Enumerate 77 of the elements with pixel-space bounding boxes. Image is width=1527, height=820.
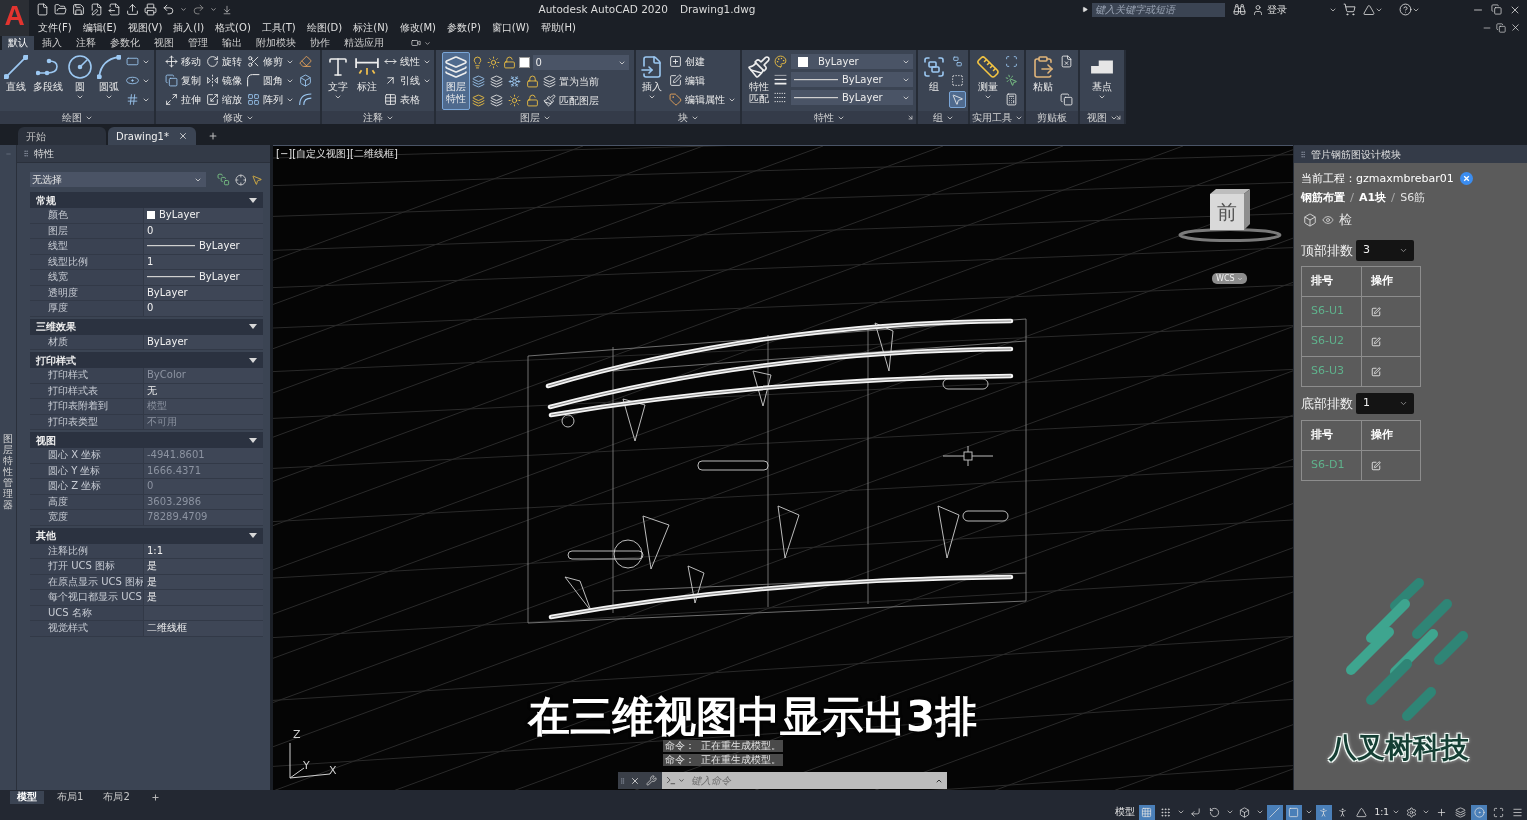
property-label: 打印样式 — [48, 370, 88, 381]
property-label: 打开 UCS 图标 — [48, 561, 115, 572]
axis-label: Y — [303, 760, 310, 771]
ribbon-group-title: 组 — [932, 112, 943, 123]
property-value: 0 — [147, 481, 154, 492]
row-count-label: 底部排数 — [1301, 397, 1353, 410]
property-value: 1 — [147, 256, 154, 267]
axis-label: Z — [293, 729, 301, 740]
ribbon-group-title: 实用工具 — [971, 112, 1012, 123]
property-label: 厚度 — [48, 303, 68, 314]
property-value: 0 — [147, 225, 154, 236]
property-label: 颜色 — [48, 210, 68, 221]
row-count-label: 顶部排数 — [1301, 244, 1353, 257]
panel-title: 管片钢筋图设计模块 — [1311, 147, 1401, 162]
property-value: 是 — [147, 576, 157, 587]
property-value: 1:1 — [147, 545, 164, 556]
ribbon-group-title: 块 — [677, 112, 688, 123]
property-label: 材质 — [48, 336, 68, 347]
property-label: 图层 — [48, 225, 68, 236]
property-label: 打印表附着到 — [48, 401, 108, 412]
property-label: 在原点显示 UCS 图标 — [48, 576, 145, 587]
property-label: 线宽 — [48, 272, 68, 283]
table-header-cell: 操作 — [1361, 267, 1421, 297]
property-value: ByLayer — [147, 336, 188, 347]
property-value: 无 — [147, 385, 157, 396]
ribbon-group-title: 视图 — [1086, 112, 1107, 123]
property-label: 高度 — [48, 496, 68, 507]
property-label: 每个视口都显示 UCS — [48, 592, 142, 603]
property-label: 打印表类型 — [48, 416, 98, 427]
ribbon-group-title: 图层 — [519, 112, 540, 123]
property-value: 二维线框 — [147, 623, 187, 634]
section-title: 其他 — [36, 529, 56, 543]
property-label: 宽度 — [48, 512, 68, 523]
table-header-cell: 操作 — [1361, 421, 1421, 451]
table-header-cell: 排号 — [1302, 421, 1362, 451]
ribbon-group-title: 剪贴板 — [1037, 112, 1067, 123]
property-label: 透明度 — [48, 287, 78, 298]
property-value: 0 — [147, 303, 154, 314]
property-value: ByColor — [147, 370, 186, 381]
panel-title: 特性 — [34, 147, 54, 161]
ribbon-group-title: 注释 — [362, 112, 383, 123]
property-value: 是 — [147, 592, 157, 603]
ribbon-group-title: 绘图 — [61, 112, 82, 123]
section-title: 三维效果 — [36, 320, 76, 334]
property-label: UCS 名称 — [48, 607, 92, 618]
property-label: 圆心 X 坐标 — [48, 450, 102, 461]
property-value: ByLayer — [199, 272, 240, 283]
table-header-cell: 排号 — [1302, 267, 1362, 297]
window-title: Autodesk AutoCAD 2020 — [538, 1, 668, 17]
property-value: 1666.4371 — [147, 465, 202, 476]
view-cube-face-label: 前 — [1217, 202, 1237, 222]
property-label: 注释比例 — [48, 545, 88, 556]
video-subtitle: 在三维视图中显示出3排 — [528, 696, 978, 738]
logo-text: 八叉树科技 — [1329, 732, 1469, 764]
file-name: Drawing1.dwg — [679, 1, 756, 17]
property-value: 不可用 — [147, 416, 177, 427]
property-value: 是 — [147, 561, 157, 572]
property-label: 圆心 Z 坐标 — [48, 481, 102, 492]
property-value: ByLayer — [199, 241, 240, 252]
property-label: 圆心 Y 坐标 — [48, 465, 101, 476]
property-label: 视觉样式 — [48, 623, 88, 634]
property-label: 线型 — [48, 241, 68, 252]
property-value: 3603.2986 — [147, 496, 202, 507]
project-label: 当前工程：gzmaxmbrebar01 — [1301, 173, 1454, 184]
section-title: 常规 — [36, 193, 56, 208]
property-value: 模型 — [147, 401, 167, 412]
property-value: ByLayer — [159, 210, 200, 221]
property-value: -4941.8601 — [147, 450, 205, 461]
section-title: 打印样式 — [36, 353, 76, 368]
property-value: ByLayer — [147, 287, 188, 298]
section-title: 视图 — [36, 433, 56, 448]
ribbon-group-title: 修改 — [222, 112, 243, 123]
property-label: 线型比例 — [48, 256, 88, 267]
ribbon-group-title: 特性 — [813, 112, 834, 123]
axis-label: X — [329, 765, 337, 776]
property-label: 打印样式表 — [48, 385, 98, 396]
property-value: 78289.4709 — [147, 512, 208, 523]
